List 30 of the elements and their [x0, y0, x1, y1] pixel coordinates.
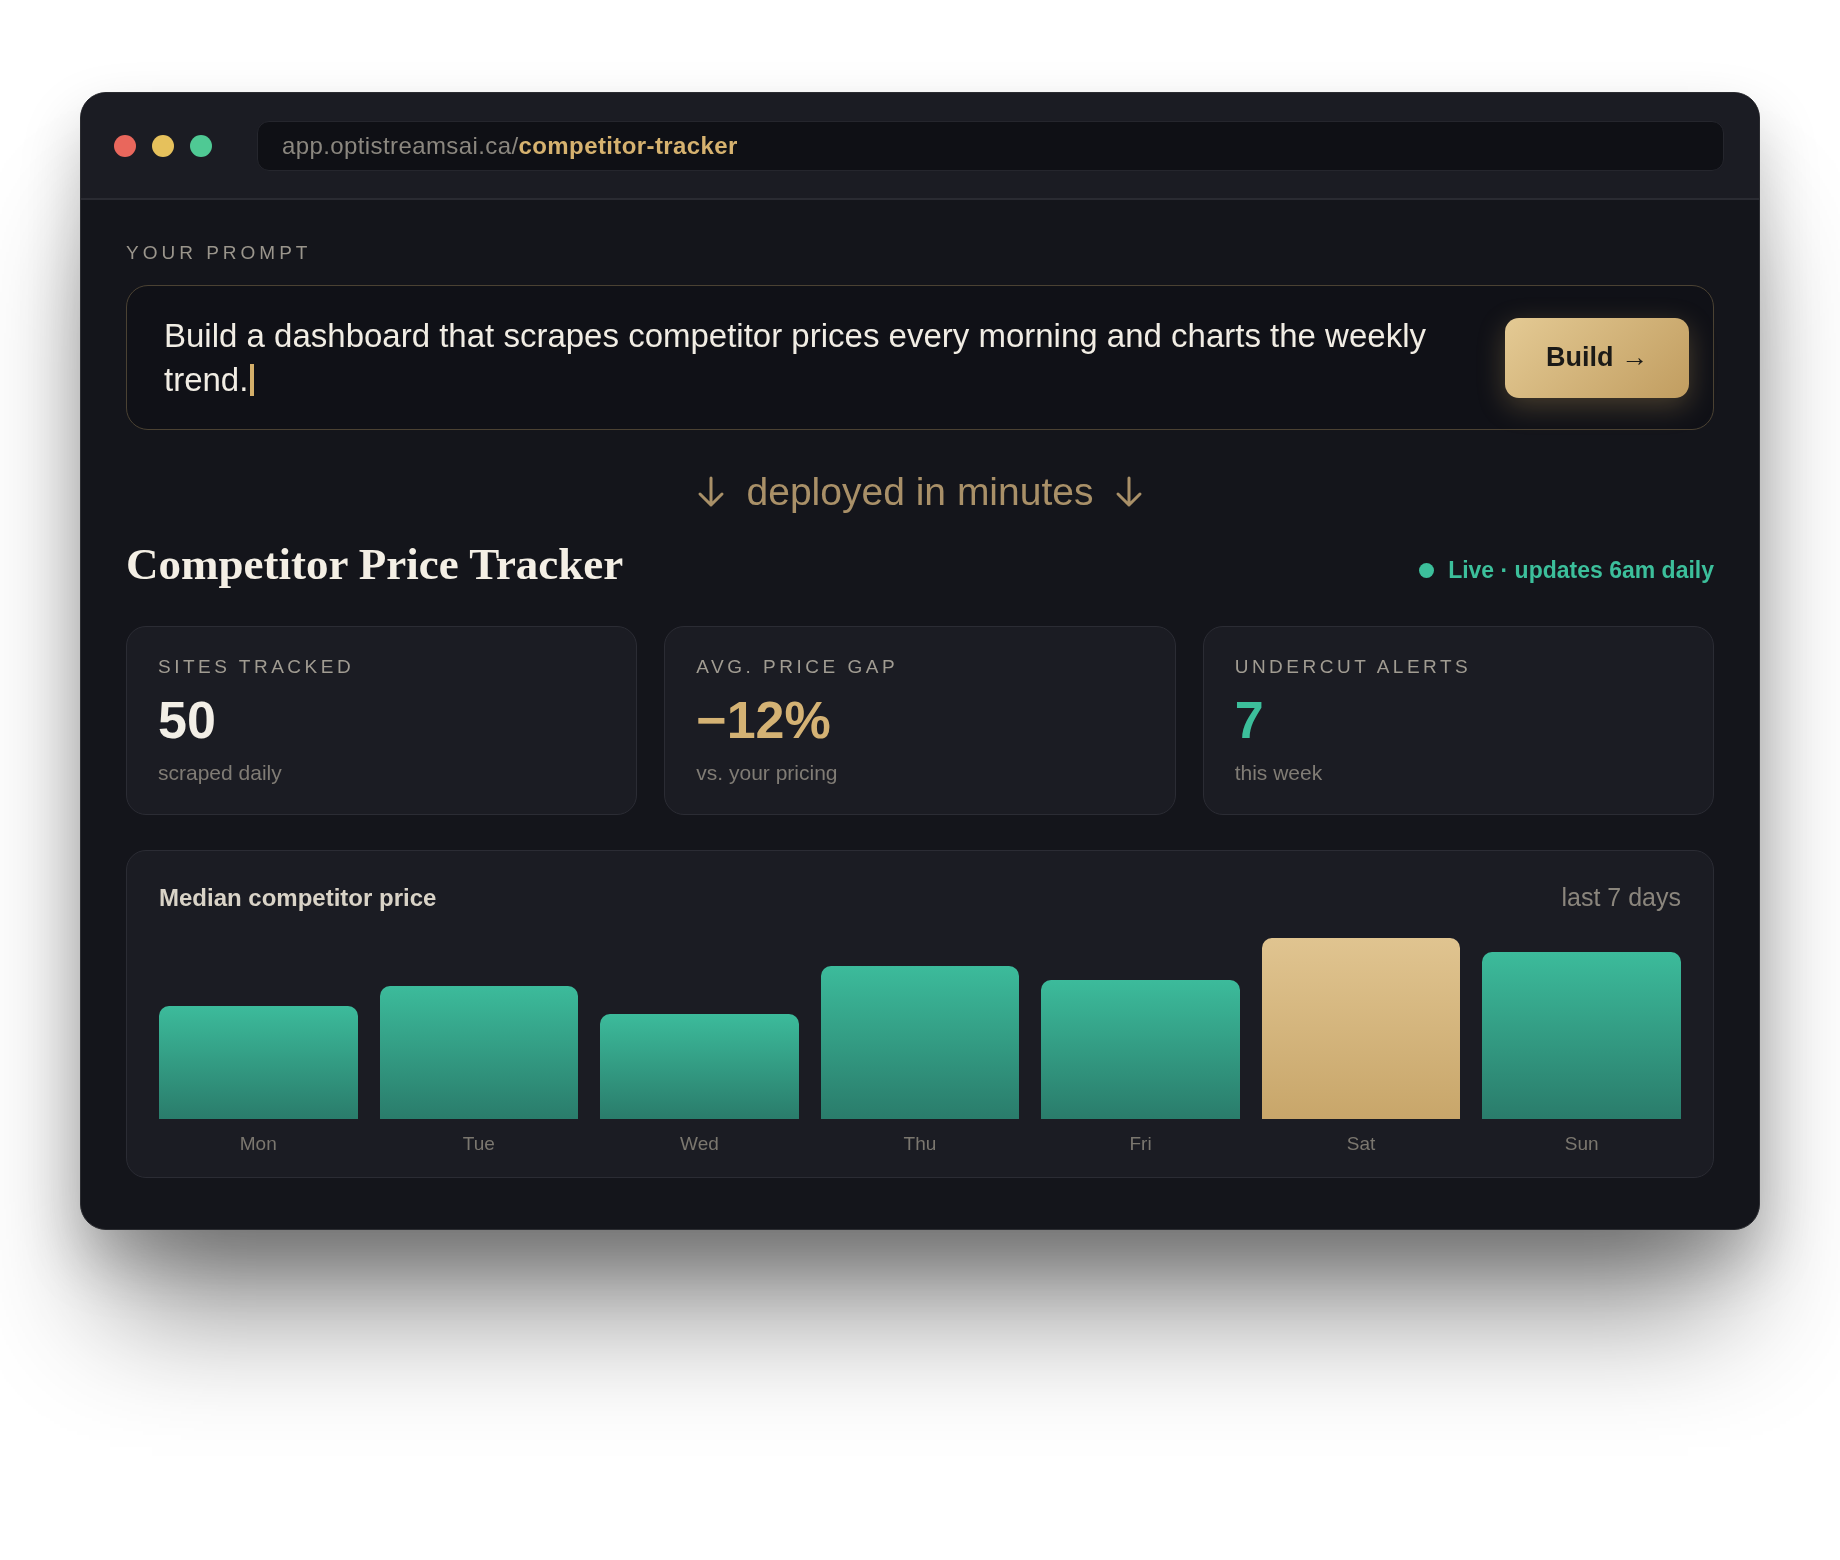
stat-label: AVG. PRICE GAP	[696, 655, 899, 679]
day-label: Fri	[1129, 1132, 1152, 1156]
stat-label: SITES TRACKED	[158, 655, 355, 679]
status-text: Live · updates 6am daily	[1448, 556, 1714, 584]
chart-title: Median competitor price	[159, 883, 437, 913]
stat-value: −12%	[696, 690, 831, 750]
arrow-down-icon	[1115, 476, 1144, 508]
address-bar[interactable]: app.optistreamsai.ca/competitor-tracker	[257, 120, 1724, 171]
window-close-icon[interactable]	[114, 134, 136, 157]
day-label: Sun	[1564, 1132, 1599, 1156]
stat-label: UNDERCUT ALERTS	[1234, 655, 1472, 679]
stat-value: 50	[158, 690, 216, 750]
window-zoom-icon[interactable]	[190, 134, 212, 157]
section-label: YOUR PROMPT	[126, 241, 312, 265]
day-label: Wed	[680, 1132, 719, 1156]
prompt-input[interactable]: Build a dashboard that scrapes competitor prices every morning and charts the weekly trend.	[164, 313, 1465, 402]
day-label: Thu	[903, 1132, 937, 1156]
stat-note: vs. your pricing	[696, 760, 838, 786]
arrow-down-icon	[696, 476, 725, 508]
stat-note: this week	[1234, 760, 1323, 786]
stat-value: 7	[1234, 690, 1264, 750]
chart-range: last 7 days	[1561, 882, 1681, 913]
day-label: Sat	[1346, 1132, 1376, 1156]
window-minimize-icon[interactable]	[152, 134, 174, 157]
day-label: Tue	[462, 1132, 495, 1156]
day-label: Mon	[239, 1132, 277, 1156]
build-button[interactable]: Build →	[1505, 317, 1689, 398]
tagline-text: deployed in minutes	[746, 469, 1094, 515]
dashboard-title: Competitor Price Tracker	[126, 538, 624, 591]
stat-note: scraped daily	[158, 760, 282, 786]
